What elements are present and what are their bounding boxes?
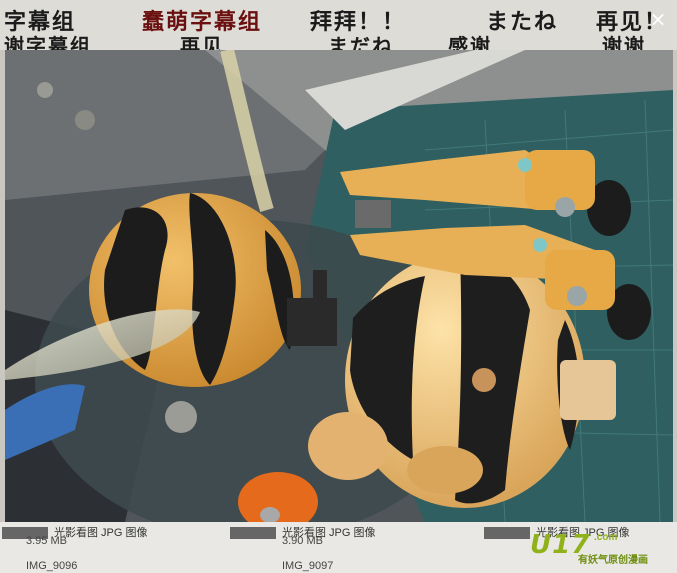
- banner-text: またね: [486, 10, 559, 35]
- close-icon[interactable]: ×: [647, 8, 669, 30]
- banner-text: 谢字幕组: [4, 34, 92, 50]
- banner-text: 再见: [180, 34, 224, 50]
- banner-text: 谢谢: [602, 34, 646, 50]
- file-size: 3.90 MB: [282, 535, 323, 547]
- watermark-domain: .com: [594, 532, 618, 543]
- file-size: 3.95 MB: [26, 535, 67, 547]
- file-name[interactable]: IMG_9096: [26, 560, 77, 572]
- banner-text: まだね: [328, 34, 394, 50]
- watermark-tagline: 有妖气原创漫画: [578, 555, 648, 566]
- file-type: 光影看图 JPG 图像: [54, 527, 148, 539]
- photo-image: [5, 50, 673, 522]
- image-viewer: [5, 50, 673, 522]
- file-name[interactable]: IMG_9097: [282, 560, 333, 572]
- u17-watermark: U17 .com 有妖气原创漫画: [528, 528, 676, 572]
- file-type-label: 光影看图 JPG 图像: [2, 524, 148, 540]
- subtitle-banner: 字幕组 蠢萌字幕组 拜拜！！ またね 再见！ 谢字幕组 再见 まだね 感谢 谢谢: [0, 0, 677, 50]
- thumbnail: [484, 527, 530, 540]
- thumbnail: [230, 527, 276, 540]
- banner-text: 感谢: [448, 34, 492, 50]
